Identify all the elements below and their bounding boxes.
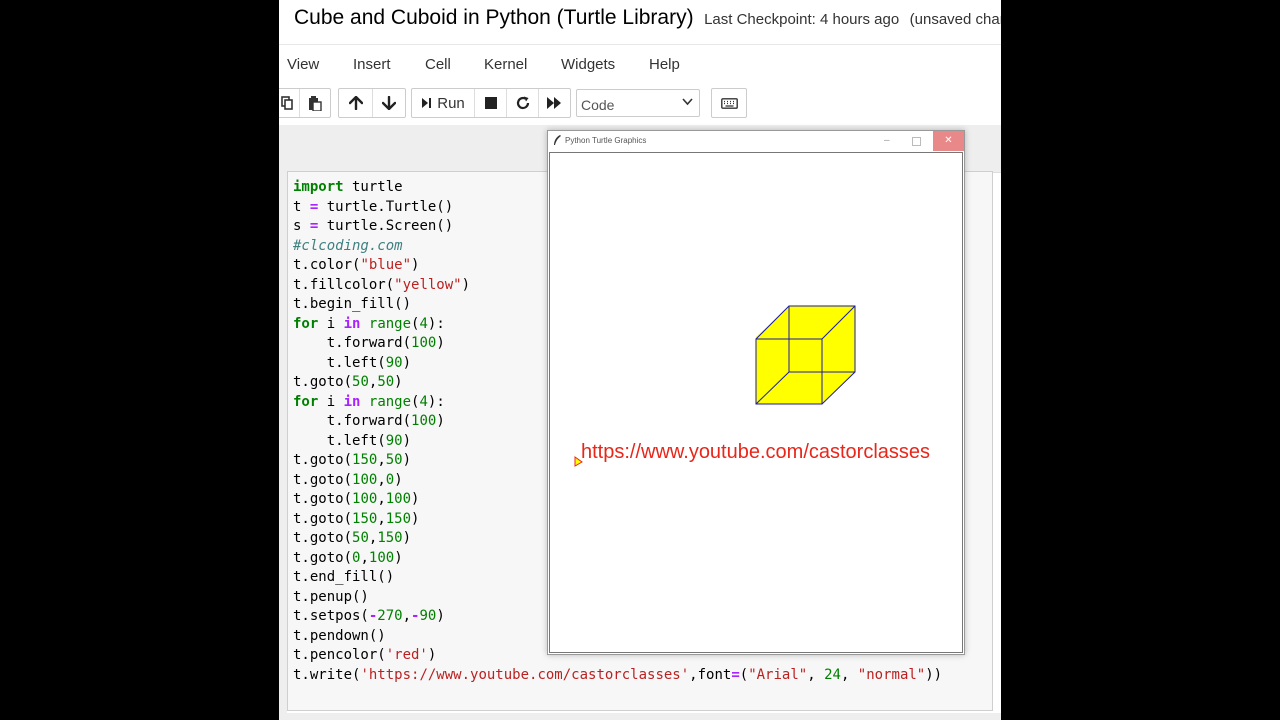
- toolbar: Run Code: [279, 88, 1001, 122]
- copy-button[interactable]: [279, 89, 299, 117]
- notebook-title[interactable]: Cube and Cuboid in Python (Turtle Librar…: [294, 6, 694, 29]
- turtle-written-text: https://www.youtube.com/castorclasses: [581, 441, 931, 463]
- move-down-button[interactable]: [372, 89, 405, 117]
- move-up-icon: [348, 96, 363, 110]
- copy-icon: [280, 96, 293, 110]
- keyboard-icon: [720, 97, 738, 109]
- move-button-group: [338, 88, 406, 118]
- menu-widgets[interactable]: Widgets: [561, 56, 615, 73]
- close-icon: ✕: [944, 135, 953, 146]
- turtle-window-titlebar[interactable]: Python Turtle Graphics – ✕: [548, 131, 964, 151]
- turtle-canvas: https://www.youtube.com/castorclasses: [549, 152, 963, 653]
- header-divider: [279, 44, 1001, 45]
- minimize-button[interactable]: –: [884, 135, 890, 146]
- command-palette-button[interactable]: [712, 89, 746, 117]
- notebook-header: Cube and Cuboid in Python (Turtle Librar…: [294, 6, 1001, 30]
- interrupt-kernel-button[interactable]: [474, 89, 506, 117]
- run-button[interactable]: Run: [412, 89, 474, 117]
- menu-help[interactable]: Help: [649, 56, 680, 73]
- run-button-group: Run: [411, 88, 571, 118]
- menu-view[interactable]: View: [287, 56, 319, 73]
- save-status: (unsaved changes): [909, 11, 1001, 28]
- checkpoint-status: Last Checkpoint: 4 hours ago: [704, 11, 900, 28]
- menu-cell[interactable]: Cell: [425, 56, 451, 73]
- clipboard-button-group: [279, 88, 331, 118]
- restart-kernel-button[interactable]: [506, 89, 538, 117]
- feather-icon: [554, 135, 561, 145]
- paste-icon: [309, 95, 322, 111]
- cube-drawing: [574, 305, 856, 467]
- cell-type-value: Code: [581, 97, 615, 113]
- cell-type-select[interactable]: Code: [576, 89, 700, 117]
- notebook-screen: Cube and Cuboid in Python (Turtle Librar…: [279, 0, 1001, 720]
- turtle-graphics-window[interactable]: Python Turtle Graphics – ✕ https://www.y…: [547, 130, 965, 655]
- menu-kernel[interactable]: Kernel: [484, 56, 527, 73]
- chevron-down-icon: [682, 98, 693, 106]
- menu-insert[interactable]: Insert: [353, 56, 391, 73]
- run-icon: [422, 98, 432, 108]
- command-palette-group: [711, 88, 747, 118]
- stop-icon: [484, 97, 497, 109]
- code-line-26: t.write('https://www.youtube.com/castorc…: [293, 666, 943, 683]
- move-down-icon: [382, 96, 396, 110]
- turtle-window-title: Python Turtle Graphics: [565, 136, 647, 145]
- run-label: Run: [437, 94, 465, 112]
- menubar: View Insert Cell Kernel Widgets Help: [279, 46, 1001, 84]
- close-button[interactable]: ✕: [933, 131, 964, 151]
- maximize-button[interactable]: [912, 137, 921, 146]
- fast-forward-icon: [547, 97, 561, 109]
- move-up-button[interactable]: [339, 89, 372, 117]
- paste-button[interactable]: [299, 89, 330, 117]
- restart-icon: [516, 96, 529, 110]
- restart-run-all-button[interactable]: [538, 89, 570, 117]
